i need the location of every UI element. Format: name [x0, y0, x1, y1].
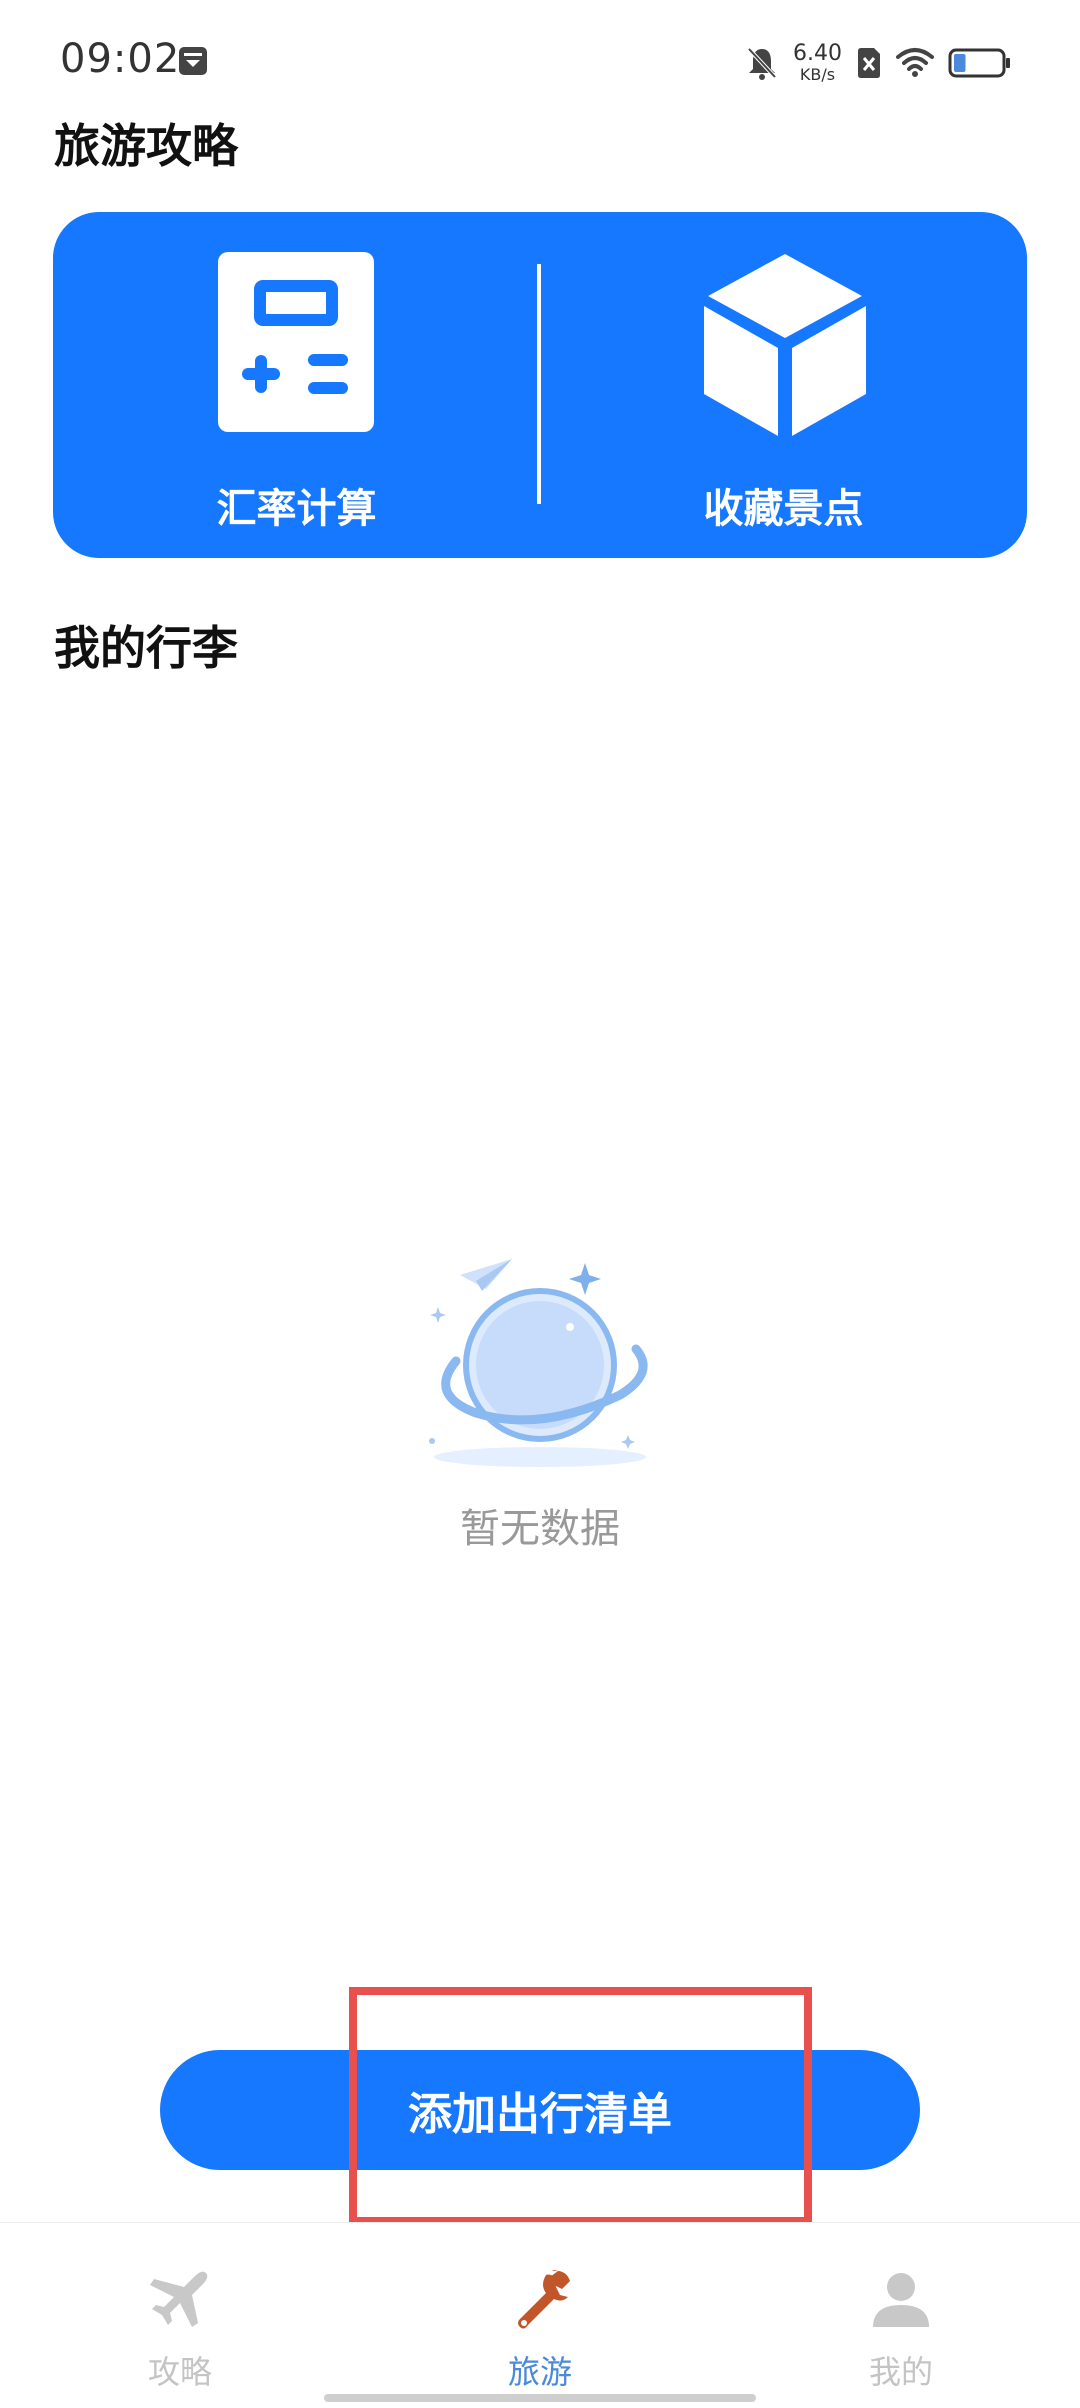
- wifi-icon: [896, 48, 934, 77]
- add-travel-list-button[interactable]: 添加出行清单: [160, 2050, 920, 2170]
- exchange-rate-calculator-button[interactable]: 汇率计算: [53, 212, 540, 558]
- empty-planet-icon: [429, 1259, 648, 1467]
- bell-muted-icon: [747, 47, 777, 80]
- tab-travel[interactable]: 旅游: [440, 2223, 640, 2391]
- status-bar: 09:02 6.40 KB/s: [0, 0, 1080, 120]
- network-speed: 6.40 KB/s: [793, 43, 842, 83]
- battery-icon: [948, 48, 1010, 78]
- tab-travel-label: 旅游: [507, 2353, 572, 2391]
- cube-icon: [704, 254, 866, 436]
- notification-app-icon: [179, 47, 207, 75]
- tab-mine[interactable]: 我的: [801, 2223, 1001, 2391]
- calculator-icon: [218, 252, 374, 432]
- screen: 09:02 6.40 KB/s 旅游攻略 汇率计算 收藏景点 我的行李 暂无数据…: [0, 0, 1080, 2408]
- home-indicator: [324, 2394, 756, 2402]
- empty-state-text: 暂无数据: [460, 1506, 620, 1552]
- tools-card: 汇率计算 收藏景点: [53, 212, 1027, 558]
- tab-guide-label: 攻略: [147, 2353, 212, 2391]
- tab-guide[interactable]: 攻略: [80, 2223, 280, 2391]
- favorite-spots-label: 收藏景点: [703, 486, 864, 532]
- tab-mine-label: 我的: [868, 2353, 933, 2391]
- section-title-my-luggage: 我的行李: [54, 621, 238, 675]
- exchange-rate-label: 汇率计算: [216, 486, 377, 532]
- bottom-nav: 攻略 旅游 我的: [0, 2222, 1080, 2408]
- airplane-icon: [150, 2271, 208, 2327]
- wrench-icon: [518, 2270, 570, 2329]
- user-icon: [873, 2273, 929, 2327]
- network-speed-value: 6.40: [793, 41, 842, 66]
- favorite-spots-button[interactable]: 收藏景点: [540, 212, 1027, 558]
- status-icons: 6.40 KB/s: [731, 38, 1012, 88]
- status-time: 09:02: [60, 36, 181, 82]
- network-speed-unit: KB/s: [799, 65, 836, 84]
- no-sim-icon: [858, 48, 880, 78]
- section-title-travel-guide: 旅游攻略: [54, 119, 238, 173]
